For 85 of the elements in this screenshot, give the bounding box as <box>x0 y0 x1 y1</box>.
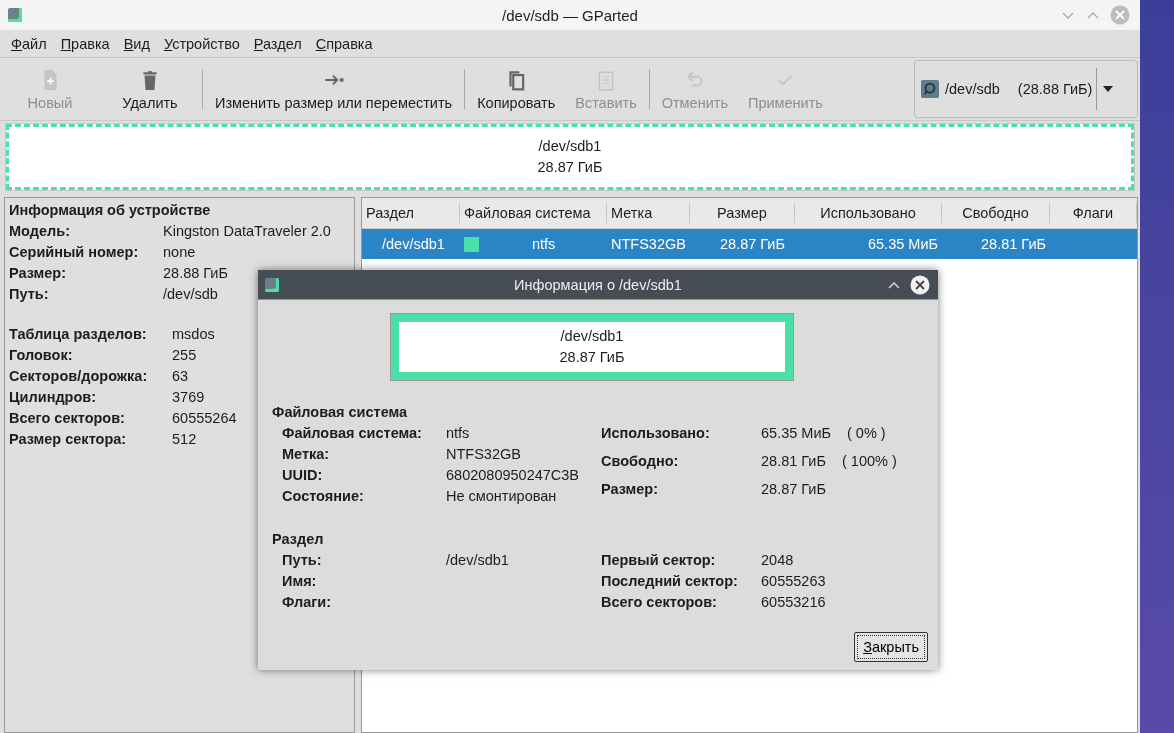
field-label: Модель: <box>9 222 71 241</box>
menu-item[interactable]: Устройство <box>163 35 240 52</box>
field-value: NTFS32GB <box>446 445 521 464</box>
panel-title: Информация об устройстве <box>9 202 212 218</box>
field-label: Имя: <box>282 572 318 591</box>
column-header[interactable]: Раздел <box>362 203 460 223</box>
field-label: UUID: <box>282 466 324 485</box>
field-value: /dev/sdb <box>163 285 219 304</box>
dialog-title: Информация о /dev/sdb1 <box>514 276 682 293</box>
field-value: 512 <box>172 430 198 449</box>
field-label: Размер: <box>9 264 68 283</box>
menu-item[interactable]: Справка <box>315 35 373 52</box>
app-icon <box>8 8 22 22</box>
percent-text: ( 0% ) <box>847 424 886 443</box>
field-label: Использовано: <box>601 424 711 443</box>
field-label: Свободно: <box>601 452 680 471</box>
menu-item[interactable]: Вид <box>123 35 150 52</box>
copy-button[interactable]: Копировать <box>467 60 566 118</box>
partition-size: 28.87 ГиБ <box>537 158 603 177</box>
field-label: Всего секторов: <box>601 593 718 612</box>
field-value: Kingston DataTraveler 2.0 <box>163 222 331 241</box>
field-label: Метка: <box>282 445 331 464</box>
field-value: 28.88 ГиБ <box>163 264 229 283</box>
field-label: Секторов/дорожка: <box>9 367 149 386</box>
field-label: Флаги: <box>282 593 333 612</box>
menu-item[interactable]: Файл <box>11 35 47 52</box>
section-title: Файловая система <box>272 403 409 422</box>
field-value: 60555263 <box>761 572 826 591</box>
field-label: Последний сектор: <box>601 572 739 591</box>
window-title: /dev/sdb — GParted <box>502 6 638 24</box>
table-cell-text: 65.35 МиБ <box>867 236 939 252</box>
caret-icon <box>1103 86 1114 92</box>
field-value: /dev/sdb1 <box>446 551 509 570</box>
resize-button[interactable]: Изменить размер или переместить <box>205 60 463 118</box>
partition-bar[interactable]: /dev/sdb1 28.87 ГиБ <box>6 124 1134 190</box>
device-dropdown[interactable]: /dev/sdb (28.88 ГиБ) <box>914 60 1138 118</box>
field-value: 60553216 <box>761 593 826 612</box>
app-icon <box>265 277 279 292</box>
close-icon[interactable] <box>910 274 930 295</box>
partition-name: /dev/sdb1 <box>560 327 624 346</box>
field-label: Цилиндров: <box>9 388 98 407</box>
field-value: 60555264 <box>172 409 237 428</box>
table-cell: ntfs <box>532 236 556 252</box>
field-label: Первый сектор: <box>601 551 717 570</box>
field-value: 28.81 ГиБ <box>761 452 826 471</box>
field-label: Размер: <box>601 480 660 499</box>
field-value: 2048 <box>761 551 794 570</box>
field-value: 6802080950247C3B <box>446 466 580 485</box>
table-cell-text: 28.81 ГиБ <box>980 236 1047 252</box>
column-header[interactable]: Файловая система <box>460 203 607 223</box>
field-value: Не смонтирован <box>446 487 557 506</box>
table-cell-text: /dev/sdb1 <box>381 236 446 252</box>
delete-button[interactable]: Удалить <box>100 60 200 118</box>
field-label: Путь: <box>9 285 50 304</box>
field-value: 3769 <box>172 388 206 407</box>
partition-size: 28.87 ГиБ <box>559 348 625 367</box>
column-header[interactable]: Метка <box>607 203 690 223</box>
field-value: 255 <box>172 346 198 365</box>
column-header[interactable]: Использовано <box>795 203 942 223</box>
field-value: 63 <box>172 367 190 386</box>
field-label: Файловая система: <box>282 424 423 443</box>
field-value: msdos <box>172 325 216 344</box>
field-label: Всего секторов: <box>9 409 126 428</box>
menu-item[interactable]: Правка <box>60 35 110 52</box>
field-value: none <box>163 243 197 262</box>
field-value: ntfs <box>446 424 470 443</box>
partition-name: /dev/sdb1 <box>538 137 602 156</box>
field-value: 65.35 МиБ <box>761 424 831 443</box>
table-row[interactable]: /dev/sdb1 ntfs NTFS32GB 28.87 ГиБ 65.35 МиБ 28.81 ГиБ <box>362 229 1137 259</box>
section-title: Раздел <box>272 530 325 549</box>
field-label: Состояние: <box>282 487 365 506</box>
close-button[interactable]: Закрыть <box>854 632 928 662</box>
field-label: Головок: <box>9 346 74 365</box>
column-header[interactable]: Свободно <box>942 203 1050 223</box>
percent-text: ( 100% ) <box>841 452 897 471</box>
field-label: Серийный номер: <box>9 243 140 262</box>
table-cell-text: NTFS32GB <box>610 236 687 252</box>
menu-item[interactable]: Раздел <box>253 35 302 52</box>
column-header[interactable]: Флаги <box>1050 203 1137 223</box>
field-value: 28.87 ГиБ <box>761 480 826 499</box>
table-cell-text: 28.87 ГиБ <box>719 236 786 252</box>
field-label: Путь: <box>282 551 323 570</box>
field-label: Таблица разделов: <box>9 325 148 344</box>
field-label: Размер сектора: <box>9 430 128 449</box>
column-header[interactable]: Размер <box>690 203 795 223</box>
